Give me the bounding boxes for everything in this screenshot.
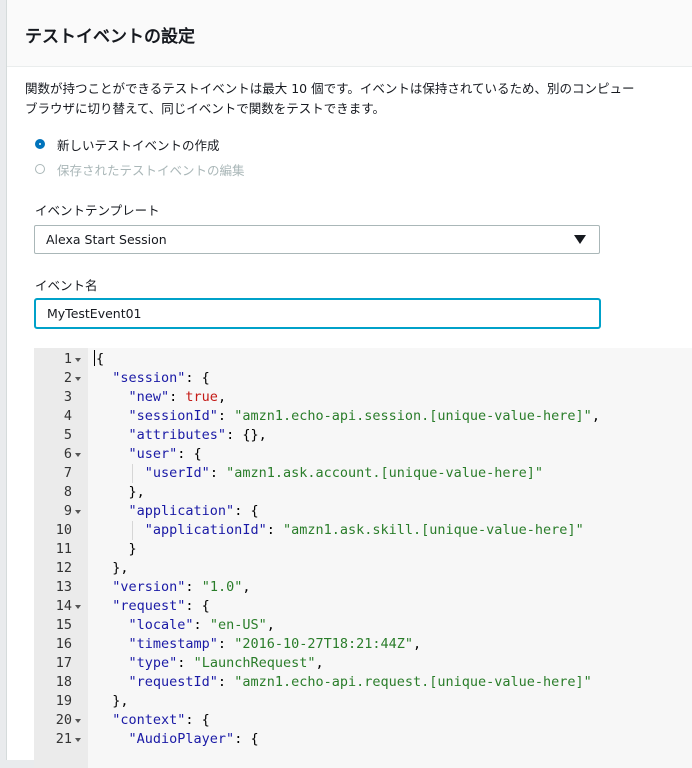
code-line: 19 },	[34, 692, 692, 711]
line-number: 14	[55, 598, 72, 614]
code-text: },	[96, 560, 129, 576]
line-number: 6	[63, 446, 72, 462]
code-text: },	[96, 693, 129, 709]
code-text: }	[96, 541, 137, 557]
line-number: 11	[55, 541, 72, 557]
description-line-1: 関数が持つことができるテストイベントは最大 10 個です。イベントは保持されてい…	[25, 81, 635, 96]
modal-title: テストイベントの設定	[25, 27, 195, 47]
line-number: 12	[55, 560, 72, 576]
code-text: "timestamp": "2016-10-27T18:21:44Z",	[128, 636, 422, 652]
line-number: 3	[63, 389, 72, 405]
code-line: 13 "version": "1.0",	[34, 578, 692, 597]
fold-toggle-icon[interactable]	[75, 377, 81, 381]
modal-description: 関数が持つことができるテストイベントは最大 10 個です。イベントは保持されてい…	[25, 79, 634, 119]
radio-edit-saved-event: 保存されたテストイベントの編集	[35, 159, 245, 179]
fold-toggle-icon[interactable]	[75, 605, 81, 609]
event-name-label: イベント名	[35, 278, 98, 293]
code-line: 4 "sessionId": "amzn1.echo-api.session.[…	[34, 407, 692, 426]
code-line: 11 }	[34, 540, 692, 559]
code-text: },	[96, 484, 145, 500]
line-number: 4	[63, 408, 72, 424]
code-text: "applicationId": "amzn1.ask.skill.[uniqu…	[144, 522, 584, 538]
code-line: 14 "request": {	[34, 597, 692, 616]
event-template-value: Alexa Start Session	[46, 232, 167, 247]
fold-toggle-icon[interactable]	[75, 453, 81, 457]
radio-unselected-icon	[35, 164, 45, 174]
code-text: "application": {	[128, 503, 259, 519]
code-line: 5 "attributes": {},	[34, 426, 692, 445]
radio-selected-icon[interactable]	[35, 139, 45, 149]
code-text: "type": "LaunchRequest",	[128, 655, 324, 671]
code-line: 12 },	[34, 559, 692, 578]
code-line: 18 "requestId": "amzn1.echo-api.request.…	[34, 673, 692, 692]
fold-toggle-icon[interactable]	[75, 510, 81, 514]
radio-create-new-label: 新しいテストイベントの作成	[57, 137, 220, 153]
modal-header: テストイベントの設定	[7, 0, 692, 67]
code-line: 1{	[34, 350, 692, 369]
line-number: 9	[63, 503, 72, 519]
caret-down-icon	[574, 235, 586, 244]
line-number: 5	[63, 427, 72, 443]
line-number: 7	[63, 465, 72, 481]
json-code-editor[interactable]: 1{2 "session": {3 "new": true, 4 "session…	[34, 348, 692, 768]
fold-toggle-icon[interactable]	[75, 358, 81, 362]
line-number: 1	[63, 351, 72, 367]
code-text: "AudioPlayer": {	[128, 731, 259, 747]
line-number: 15	[55, 617, 72, 633]
line-number: 13	[55, 579, 72, 595]
indent-guide	[132, 464, 133, 483]
code-text: "new": true,	[128, 389, 227, 405]
code-line: 16 "timestamp": "2016-10-27T18:21:44Z",	[34, 635, 692, 654]
code-text: "userId": "amzn1.ask.account.[unique-val…	[144, 465, 544, 481]
description-line-2: ブラウザに切り替えて、同じイベントで関数をテストできます。	[25, 101, 386, 116]
code-text: "version": "1.0",	[112, 579, 251, 595]
code-text: "locale": "en-US",	[128, 617, 275, 633]
line-number: 17	[55, 655, 72, 671]
test-event-modal: テストイベントの設定 関数が持つことができるテストイベントは最大 10 個です。…	[6, 0, 692, 768]
indent-guide	[132, 521, 133, 540]
code-line: 15 "locale": "en-US",	[34, 616, 692, 635]
code-text: "context": {	[112, 712, 210, 728]
event-template-label: イベントテンプレート	[35, 203, 160, 218]
line-number: 10	[55, 522, 72, 538]
line-number: 8	[63, 484, 72, 500]
code-line: 3 "new": true,	[34, 388, 692, 407]
code-line: 20 "context": {	[34, 711, 692, 730]
code-line: 2 "session": {	[34, 369, 692, 388]
code-text: "sessionId": "amzn1.echo-api.session.[un…	[128, 408, 600, 424]
code-text: "attributes": {},	[128, 427, 267, 443]
radio-edit-saved-label: 保存されたテストイベントの編集	[57, 162, 245, 178]
code-line: 8 },	[34, 483, 692, 502]
line-number: 21	[55, 731, 72, 747]
code-line: 6 "user": {	[34, 445, 692, 464]
line-number: 19	[55, 693, 72, 709]
fold-toggle-icon[interactable]	[75, 738, 81, 742]
line-number: 20	[55, 712, 72, 728]
line-number: 2	[63, 370, 72, 386]
event-template-select[interactable]: Alexa Start Session	[34, 225, 600, 254]
text-cursor	[94, 350, 95, 366]
event-name-input[interactable]	[34, 298, 601, 329]
code-line: 21 "AudioPlayer": {	[34, 730, 692, 749]
code-text: {	[96, 351, 105, 367]
line-number: 16	[55, 636, 72, 652]
code-text: "request": {	[112, 598, 210, 614]
code-line: 9 "application": {	[34, 502, 692, 521]
code-text: "session": {	[112, 370, 210, 386]
fold-toggle-icon[interactable]	[75, 719, 81, 723]
radio-create-new-event[interactable]: 新しいテストイベントの作成	[35, 134, 220, 154]
code-text: "user": {	[128, 446, 202, 462]
line-number: 18	[55, 674, 72, 690]
code-text: "requestId": "amzn1.echo-api.request.[un…	[128, 674, 592, 690]
code-line: 17 "type": "LaunchRequest",	[34, 654, 692, 673]
